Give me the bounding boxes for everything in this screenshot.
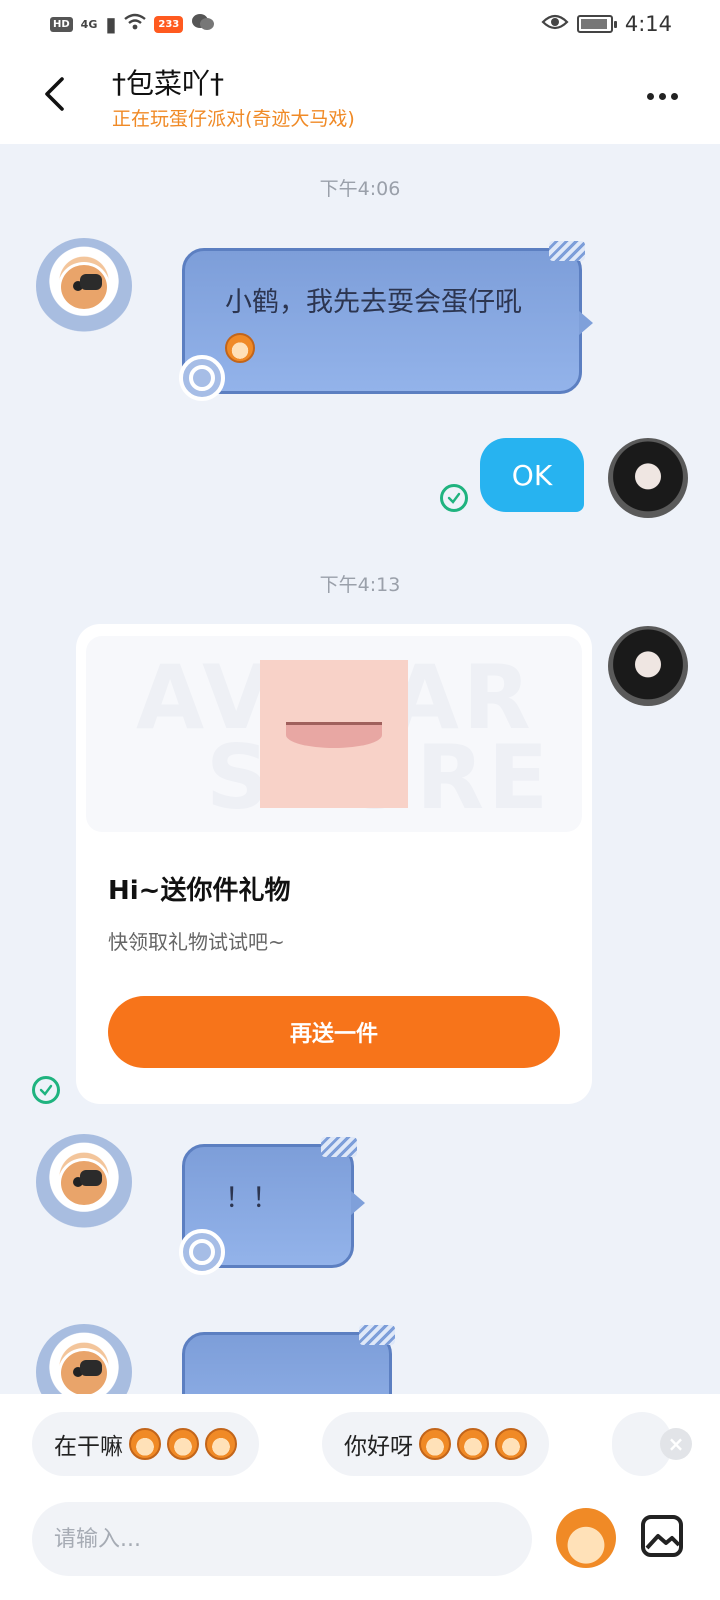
image-icon (641, 1515, 683, 1557)
contact-name: †包菜吖† (112, 67, 225, 100)
gift-card[interactable]: AVATAR STORE Hi~送你件礼物 快领取礼物试试吧~ 再送一件 (76, 624, 592, 1104)
outgoing-message[interactable]: OK (480, 438, 584, 512)
bubble-decoration (321, 1137, 357, 1157)
contact-avatar[interactable] (36, 1134, 132, 1230)
bubble-decoration (549, 241, 585, 261)
quick-reply-chip[interactable]: 你好呀 (322, 1412, 549, 1476)
monkey-emoji-icon (419, 1428, 451, 1460)
gift-item-thumbnail (260, 660, 408, 808)
status-bar: HD 4G ▮ 233 4:14 (0, 0, 720, 48)
chat-header: †包菜吖† 正在玩蛋仔派对(奇迹大马戏) (0, 48, 720, 144)
gift-preview-image: AVATAR STORE (86, 636, 582, 832)
quick-reply-chip[interactable]: 在干嘛 (32, 1412, 259, 1476)
close-quick-replies-button[interactable]: × (660, 1428, 692, 1460)
incoming-message[interactable]: ！！ (179, 1137, 365, 1275)
app-notification-badge: 233 (154, 15, 184, 33)
monkey-emoji-icon (129, 1428, 161, 1460)
my-avatar[interactable] (608, 438, 688, 518)
timestamp: 下午4:06 (319, 178, 401, 200)
network-label: 4G (80, 17, 98, 31)
monkey-emoji-icon (205, 1428, 237, 1460)
more-dots-icon (646, 92, 654, 100)
lips-item-icon (286, 722, 382, 748)
status-right: 4:14 (541, 12, 672, 36)
emoji-button[interactable] (556, 1508, 616, 1568)
send-another-gift-button[interactable]: 再送一件 (108, 996, 560, 1068)
contact-avatar[interactable] (36, 238, 132, 334)
bubble-swirl-decoration (179, 1229, 225, 1275)
read-check-icon (440, 484, 468, 512)
back-arrow-icon (45, 77, 64, 111)
incoming-message[interactable] (182, 1325, 395, 1394)
signal-icon: ▮ (105, 12, 117, 36)
message-text: OK (511, 458, 553, 492)
more-options-button[interactable] (640, 78, 684, 114)
quick-reply-label: 在干嘛 (54, 1434, 123, 1460)
message-text: 小鹤，我先去耍会蛋仔吼 (225, 287, 522, 318)
eye-icon (541, 12, 569, 36)
contact-status: 正在玩蛋仔派对(奇迹大马戏) (112, 108, 355, 130)
my-avatar[interactable] (608, 626, 688, 706)
message-input[interactable] (32, 1502, 532, 1576)
message-text: ！！ (225, 1183, 279, 1214)
close-icon: × (667, 1432, 685, 1456)
monkey-emoji-icon (225, 332, 255, 363)
image-button[interactable] (638, 1512, 686, 1560)
timestamp: 下午4:13 (319, 574, 401, 596)
gift-title: Hi~送你件礼物 (108, 876, 291, 906)
bubble-decoration (359, 1325, 395, 1345)
back-button[interactable] (36, 74, 72, 114)
contact-avatar[interactable] (36, 1324, 132, 1394)
wifi-icon (124, 12, 147, 36)
gift-description: 快领取礼物试试吧~ (108, 930, 285, 954)
bubble-swirl-decoration (179, 355, 225, 401)
quick-reply-label: 你好呀 (344, 1434, 413, 1460)
clock: 4:14 (624, 12, 672, 36)
read-check-icon (32, 1076, 60, 1104)
battery-icon (576, 15, 617, 33)
incoming-message[interactable]: 小鹤，我先去耍会蛋仔吼 (179, 241, 593, 401)
monkey-emoji-icon (457, 1428, 489, 1460)
monkey-emoji-icon (495, 1428, 527, 1460)
chat-area[interactable]: 下午4:06 小鹤，我先去耍会蛋仔吼 OK 下午4:13 AVATAR STOR… (0, 144, 720, 1394)
hd-badge: HD (50, 16, 73, 32)
monkey-emoji-icon (167, 1428, 199, 1460)
bottom-panel: 在干嘛 你好呀 × (0, 1394, 720, 1600)
wechat-icon (191, 12, 215, 37)
status-left: HD 4G ▮ 233 (50, 12, 215, 37)
